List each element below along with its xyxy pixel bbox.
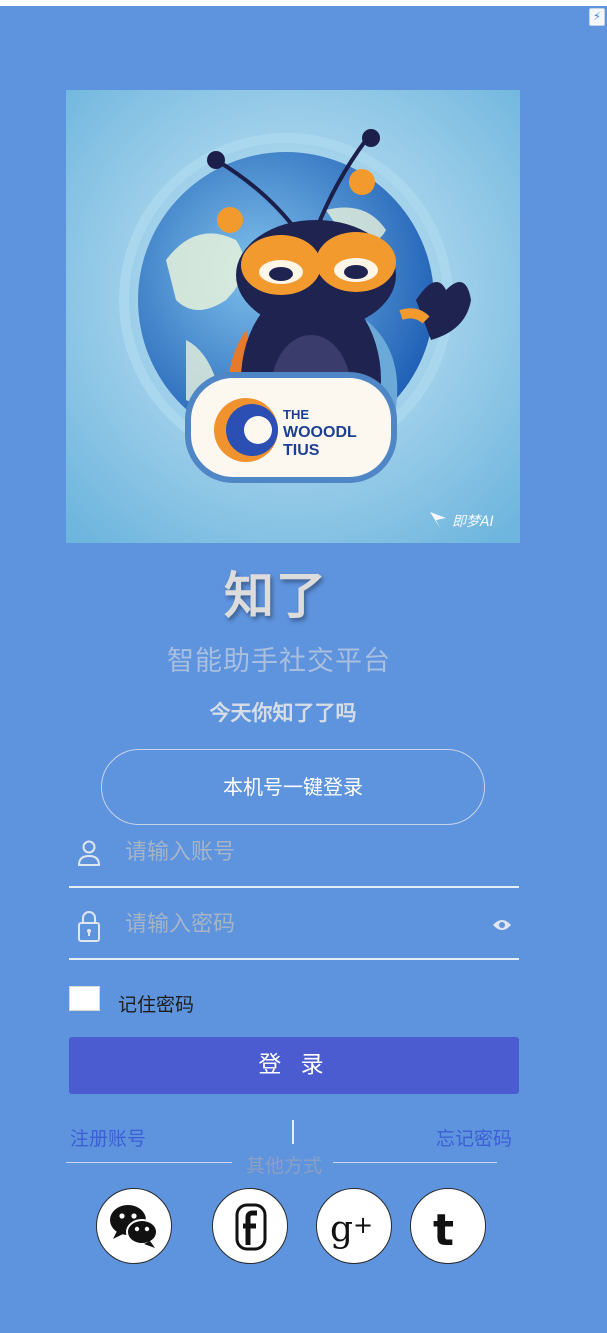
password-input[interactable]: 请输入密码 [125, 910, 465, 940]
link-divider [292, 1120, 294, 1144]
login-button[interactable]: 登 录 [69, 1037, 519, 1094]
sign-text-2: WOOODL [283, 424, 357, 441]
wechat-icon [110, 1205, 158, 1248]
mascot-illustration: THE WOOODL TIUS 即梦AI [66, 90, 520, 543]
app-subtitle: 智能助手社交平台 [167, 646, 391, 677]
google-plus-login-button[interactable]: g + [316, 1188, 392, 1264]
facebook-login-button[interactable] [212, 1188, 288, 1264]
tumblr-icon: t [433, 1205, 454, 1256]
app-slogan: 今天你知了了吗 [209, 701, 357, 725]
facebook-icon [235, 1203, 267, 1251]
wechat-login-button[interactable] [96, 1188, 172, 1264]
sign-text-3: TIUS [283, 442, 320, 459]
divider-right [333, 1162, 497, 1163]
tumblr-login-button[interactable]: t [410, 1188, 486, 1264]
lightning-icon[interactable]: ⚡ [589, 8, 605, 26]
one-click-login-button[interactable]: 本机号一键登录 [101, 749, 485, 825]
account-input[interactable]: 请输入账号 [125, 838, 465, 868]
forgot-password-link[interactable]: 忘记密码 [436, 1124, 512, 1151]
google-plus-icon: g + [330, 1209, 373, 1250]
lock-icon [77, 910, 101, 942]
app-title: 知了 [224, 567, 328, 625]
svg-text:t: t [433, 1205, 454, 1256]
account-field[interactable]: 请输入账号 [69, 838, 519, 888]
register-link[interactable]: 注册账号 [70, 1124, 146, 1151]
watermark-text: 即梦AI [452, 514, 494, 530]
password-field[interactable]: 请输入密码 [69, 910, 519, 960]
remember-password-label: 记住密码 [118, 994, 195, 1016]
user-icon [77, 838, 101, 866]
sign-text-1: THE [283, 407, 309, 422]
svg-text:+: + [353, 1211, 373, 1239]
other-methods-label: 其他方式 [245, 1155, 322, 1177]
eye-icon[interactable] [492, 917, 512, 931]
svg-text:g: g [330, 1209, 353, 1250]
remember-password-checkbox[interactable] [69, 986, 100, 1011]
